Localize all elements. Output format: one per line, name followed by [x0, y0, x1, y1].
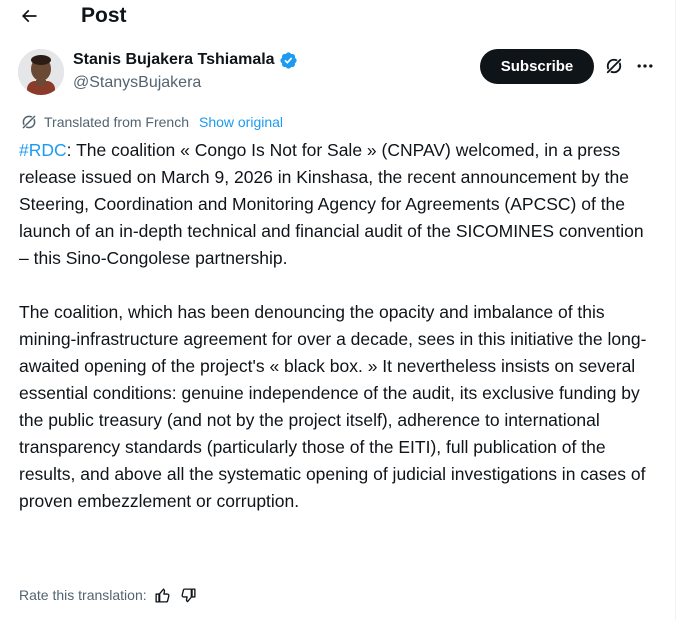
author-handle[interactable]: @StanysBujakera — [73, 73, 201, 93]
thumbs-up-icon — [155, 587, 170, 603]
rate-translation: Rate this translation: — [19, 585, 199, 605]
grok-icon — [606, 58, 622, 74]
grok-button[interactable] — [603, 55, 625, 77]
paragraph-1-text: : The coalition « Congo Is Not for Sale … — [19, 140, 644, 268]
more-dots-icon — [637, 64, 653, 68]
translation-info: Translated from French Show original — [20, 113, 283, 131]
page-header: Post — [0, 0, 676, 34]
page-title: Post — [81, 4, 127, 27]
back-arrow-icon — [21, 9, 37, 23]
verified-badge-icon[interactable] — [279, 51, 298, 70]
post-paragraph-1: #RDC: The coalition « Congo Is Not for S… — [19, 137, 655, 272]
rate-translation-label: Rate this translation: — [19, 587, 147, 603]
subscribe-button[interactable]: Subscribe — [480, 49, 594, 84]
translate-icon — [21, 114, 37, 130]
translated-label: Translated from French — [44, 114, 189, 130]
thumbs-down-icon — [181, 587, 196, 602]
post-paragraph-2: The coalition, which has been denouncing… — [19, 302, 647, 511]
column-border — [675, 0, 676, 620]
show-original-link[interactable]: Show original — [199, 113, 283, 131]
more-options-button[interactable] — [633, 55, 657, 77]
back-button[interactable] — [14, 3, 44, 29]
thumbs-up-button[interactable] — [153, 585, 173, 605]
avatar[interactable] — [18, 49, 64, 95]
author-name[interactable]: Stanis Bujakera Tshiamala — [73, 50, 275, 70]
avatar-image — [18, 49, 64, 95]
thumbs-down-button[interactable] — [179, 585, 199, 605]
hashtag-link[interactable]: #RDC — [19, 140, 67, 160]
post-text: #RDC: The coalition « Congo Is Not for S… — [19, 137, 655, 515]
author-name-row[interactable]: Stanis Bujakera Tshiamala — [73, 50, 298, 70]
